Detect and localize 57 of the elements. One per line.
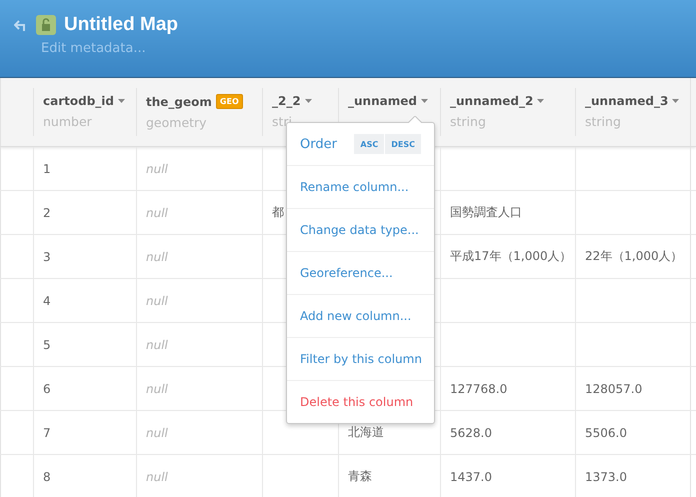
column-name[interactable]: the_geom GEO (146, 94, 262, 109)
table-cell: 北海道 (348, 424, 384, 441)
sort-button[interactable]: DESC (385, 134, 421, 154)
table-cell: 127768.0 (450, 382, 508, 396)
table-cell: 8 (43, 470, 51, 484)
table-cell: 5 (43, 338, 51, 352)
column-name[interactable]: _unnamed_3 (585, 94, 690, 108)
edit-metadata-link[interactable]: Edit metadata... (41, 41, 696, 56)
column-type: number (43, 114, 93, 129)
menu-item[interactable]: Add new column... (300, 309, 412, 323)
table-cell: 5506.0 (585, 426, 627, 440)
table-cell: 1373.0 (585, 470, 627, 484)
caret-icon[interactable] (420, 99, 428, 103)
table-cell: null (146, 470, 168, 484)
menu-item[interactable]: Filter by this column (300, 352, 422, 366)
table-cell: null (146, 426, 168, 440)
table-cell: 都 (272, 204, 284, 221)
table-cell: 3 (43, 250, 51, 264)
order-label: Order (300, 136, 338, 152)
table-cell: 1437.0 (450, 470, 492, 484)
lock-icon[interactable] (36, 15, 56, 35)
table-cell: null (146, 382, 168, 396)
menu-item[interactable]: Change data type... (300, 223, 419, 237)
table-cell: null (146, 294, 168, 308)
table-cell: 6 (43, 382, 51, 396)
column-name[interactable]: cartodb_id (43, 94, 136, 108)
sort-button[interactable]: ASC (354, 134, 384, 154)
caret-icon[interactable] (672, 99, 680, 103)
menu-item[interactable]: Georeference... (300, 266, 393, 280)
table-cell: 128057.0 (585, 382, 642, 396)
column-type: string (585, 114, 622, 129)
table-cell: null (146, 338, 168, 352)
menu-item[interactable]: Rename column... (300, 180, 409, 194)
caret-icon[interactable] (537, 99, 544, 103)
map-title: Untitled Map (64, 14, 178, 36)
column-type: string (450, 114, 487, 129)
table-cell: 22年（1,000人） (585, 248, 683, 265)
caret-icon[interactable] (304, 99, 312, 103)
table-cell: null (146, 206, 168, 220)
table-cell: 7 (43, 426, 51, 440)
table-cell: 1 (43, 162, 51, 176)
table-cell: null (146, 162, 168, 176)
column-name[interactable]: _unnamed (348, 94, 440, 108)
table-cell: null (146, 250, 168, 264)
table-cell: 平成17年（1,000人） (450, 248, 572, 265)
column-name[interactable]: _2_2 (272, 94, 338, 108)
delete-column-item[interactable]: Delete this column (300, 395, 414, 409)
column-type: geometry (146, 115, 208, 130)
geo-badge: GEO (216, 94, 243, 109)
table-cell: 国勢調査人口 (450, 204, 522, 221)
back-arrow-icon[interactable] (14, 20, 28, 30)
column-name[interactable]: _unnamed_2 (450, 94, 575, 108)
table-cell: 4 (43, 294, 51, 308)
table-cell: 青森 (348, 468, 372, 485)
caret-icon[interactable] (118, 99, 125, 103)
table-cell: 2 (43, 206, 51, 220)
table-cell: 5628.0 (450, 426, 492, 440)
